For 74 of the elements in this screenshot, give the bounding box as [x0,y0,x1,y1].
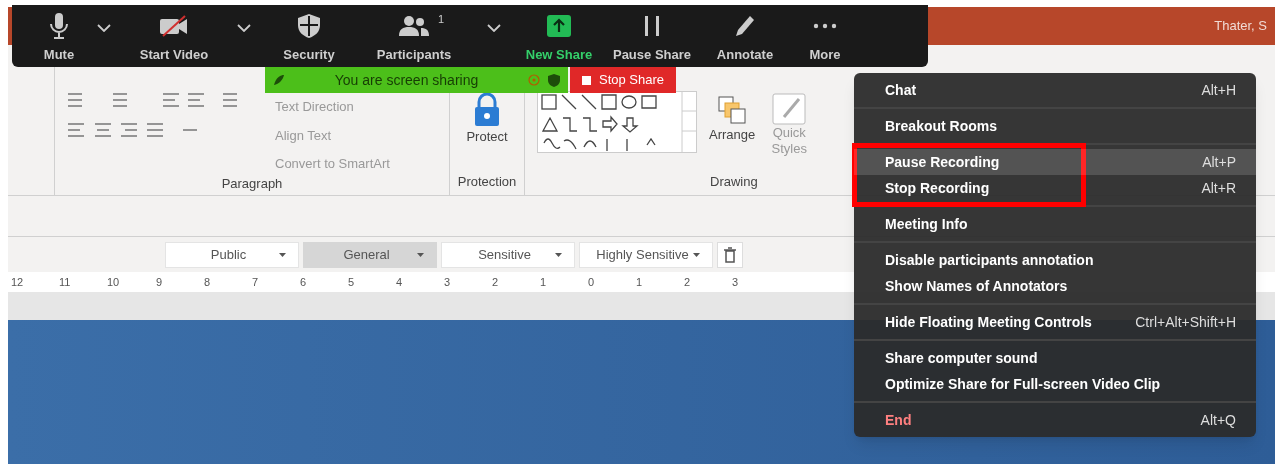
ruler-number: 3 [443,274,451,290]
upload-icon [547,14,571,37]
menu-item[interactable]: Optimize Share for Full-screen Video Clip [854,371,1256,397]
shapes-gallery[interactable] [537,91,697,153]
sensitivity-dropdown[interactable]: Highly Sensitive [579,241,713,268]
toolbar-button[interactable]: Security [264,5,354,67]
menu-item[interactable]: Pause Recording Alt+P [854,149,1256,175]
shortcut: Ctrl+Alt+Shift+H [1135,312,1236,332]
ruler-number: 1 [635,274,643,290]
caret-icon [279,252,286,257]
pause-icon [643,14,661,37]
ruler-number: 5 [347,274,355,290]
menu-item[interactable]: Disable participants annotation [854,247,1256,273]
delete-button[interactable] [717,241,743,268]
group-label: Protection [457,172,517,191]
participant-count: 1 [437,12,444,27]
caret-icon [417,252,424,257]
menu-item[interactable]: End Alt+Q [854,407,1256,433]
microphone-icon [50,12,68,39]
arrange-icon [717,95,748,125]
new-share-button[interactable]: New Share [514,5,604,67]
shortcut: Alt+Q [1200,410,1236,430]
circle-icon [528,74,540,86]
caret-icon [555,252,562,257]
shield-icon [298,13,320,38]
group-label: Paragraph [220,174,284,193]
shield-icon [548,73,560,87]
sharing-status: You are screen sharing [333,70,480,90]
toolbar-button[interactable]: More [790,5,860,67]
ruler-number: 6 [299,274,307,290]
arrange-button[interactable]: Arrange [709,125,756,145]
menu-item[interactable]: Stop Recording Alt+R [854,175,1256,201]
shortcut: Alt+H [1201,80,1236,100]
group-label: Drawing [710,172,758,191]
ruler-number: 2 [491,274,499,290]
ruler-number: 4 [395,274,403,290]
caret-icon [693,252,700,257]
sensitivity-dropdown[interactable]: General [303,241,437,268]
menu-item[interactable]: Chat Alt+H [854,77,1256,103]
shortcut: Alt+P [1202,152,1236,172]
ruler-number: 1 [539,274,547,290]
shortcut: Alt+R [1201,178,1236,198]
ruler-number: 7 [251,274,259,290]
caret-icon [97,24,111,32]
video-off-icon [159,14,189,37]
more-icon [813,22,837,29]
sensitivity-dropdown[interactable]: Public [165,241,299,268]
stop-share-button[interactable]: Stop Share [570,67,676,93]
stop-square-icon [581,75,591,85]
toolbar-button[interactable]: Pause Share [604,5,700,67]
pencil-icon [735,14,755,37]
ruler-number: 3 [731,274,739,290]
ruler-number: 9 [155,274,163,290]
toolbar-button[interactable]: Annotate [700,5,790,67]
caret-icon [487,24,501,32]
toolbar-button[interactable]: 1 Participants [354,5,474,67]
ruler-number: 2 [683,274,691,290]
toolbar-button[interactable]: Mute [34,5,84,67]
lock-icon [472,93,502,127]
user-name: Thater, S [1214,17,1267,36]
toolbar-button[interactable]: Start Video [124,5,224,67]
protect-button[interactable]: Protect [466,127,508,147]
menu-item[interactable]: Share computer sound [854,345,1256,371]
sensitivity-dropdown[interactable]: Sensitive [441,241,575,268]
leaf-icon [273,74,285,86]
trash-icon [724,246,736,263]
menu-item[interactable]: Meeting Info [854,211,1256,237]
menu-item[interactable]: Show Names of Annotators [854,273,1256,299]
ruler-number: 8 [203,274,211,290]
people-icon [399,14,429,37]
caret-icon [237,24,251,32]
menu-item[interactable]: Breakout Rooms [854,113,1256,139]
menu-item[interactable]: Hide Floating Meeting Controls Ctrl+Alt+Shift+H [854,309,1256,335]
ruler-number: 0 [587,274,595,290]
